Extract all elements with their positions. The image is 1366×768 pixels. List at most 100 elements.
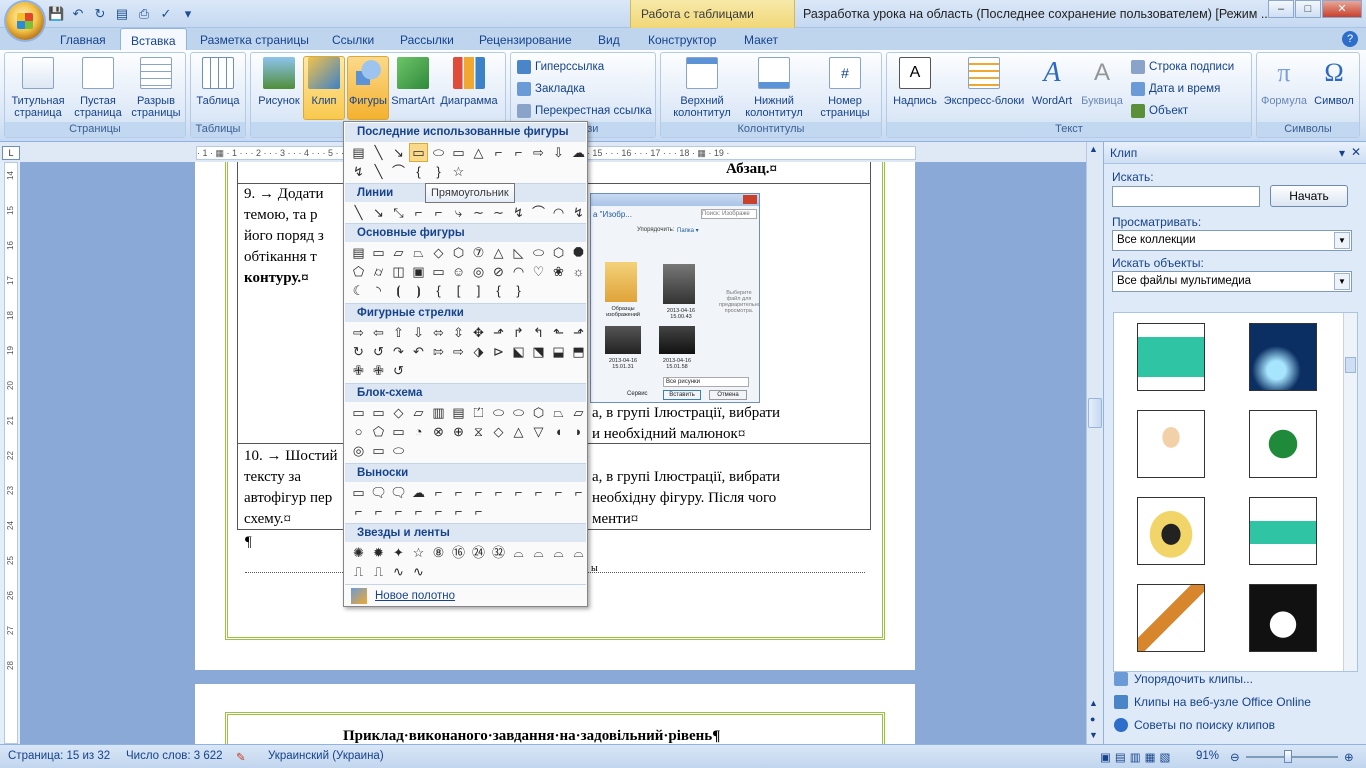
shape-item[interactable]: ] <box>470 282 487 299</box>
shape-item[interactable]: ⏥ <box>570 404 587 421</box>
prev-page-icon[interactable]: ▲ <box>1089 698 1098 708</box>
header-button[interactable]: Верхний колонтитул <box>667 57 737 119</box>
vertical-ruler[interactable]: 14 15 16 17 18 19 20 21 22 23 24 25 26 27 28 <box>4 162 18 744</box>
shape-item[interactable]: { <box>430 282 447 299</box>
document-scrollbar[interactable]: ▲ ▲ ● ▼ <box>1086 142 1103 744</box>
shape-item[interactable]: { <box>410 163 427 180</box>
row9-line5[interactable]: контуру.¤ <box>244 268 309 289</box>
minimize-button[interactable]: – <box>1268 0 1294 18</box>
shape-item[interactable]: } <box>430 163 447 180</box>
shape-item[interactable]: ☾ <box>350 282 367 299</box>
shape-item[interactable]: ⦗ <box>390 282 407 299</box>
picture-button[interactable]: Рисунок <box>255 57 303 107</box>
shape-item[interactable]: ∿ <box>390 563 407 580</box>
tab-references[interactable]: Ссылки <box>332 31 374 49</box>
scroll-up-icon[interactable]: ▲ <box>1089 144 1098 154</box>
shape-item[interactable]: ❀ <box>550 263 567 280</box>
shape-item[interactable]: ▭ <box>370 442 387 459</box>
shape-item[interactable]: ⬄ <box>430 324 447 341</box>
shape-item[interactable]: ⌐ <box>550 484 567 501</box>
collections-select[interactable]: Все коллекции ▼ <box>1112 230 1352 251</box>
shape-item[interactable]: ⦘ <box>410 282 427 299</box>
row9-line1[interactable]: 9. → Додати <box>244 184 324 205</box>
shape-item[interactable]: ⤡ <box>390 204 407 221</box>
row9-line3[interactable]: його поряд з <box>244 226 324 247</box>
shape-item[interactable]: ⇧ <box>390 324 407 341</box>
shape-item[interactable]: ↺ <box>370 343 387 360</box>
shape-item[interactable]: ↻ <box>350 343 367 360</box>
shape-item[interactable]: ⏢ <box>550 404 567 421</box>
shape-item[interactable]: ◫ <box>390 263 407 280</box>
wordart-button[interactable]: A WordArt <box>1027 57 1077 107</box>
shape-item[interactable]: ✥ <box>470 324 487 341</box>
chevron-down-icon[interactable]: ▼ <box>1334 232 1350 249</box>
organize-clips-link[interactable]: Упорядочить клипы... <box>1114 672 1253 686</box>
row9-right1[interactable]: а, в групі Ілюстрації, вибрати <box>592 403 780 424</box>
tab-insert[interactable]: Вставка <box>120 28 187 51</box>
tab-mailings[interactable]: Рассылки <box>400 31 454 49</box>
language[interactable]: Украинский (Украина) <box>268 750 384 762</box>
shape-item[interactable]: ⧖ <box>470 423 487 440</box>
shape-item[interactable]: ◝ <box>370 282 387 299</box>
browse-object-icon[interactable]: ● <box>1090 714 1095 724</box>
textbox-button[interactable]: A Надпись <box>889 57 941 107</box>
object-button[interactable]: Объект <box>1131 101 1188 121</box>
row10-right1[interactable]: а, в групі Ілюстрації, вибрати <box>592 467 780 488</box>
shape-item[interactable]: ⌐ <box>570 484 587 501</box>
shape-item[interactable]: ⬭ <box>510 404 527 421</box>
shape-item[interactable]: ㉔ <box>470 544 487 561</box>
symbol-button[interactable]: Ω Символ <box>1309 57 1359 107</box>
go-button[interactable]: Начать <box>1270 185 1348 207</box>
media-types-select[interactable]: Все файлы мультимедиа ▼ <box>1112 271 1352 292</box>
shape-item[interactable]: ⬭ <box>490 404 507 421</box>
shape-item[interactable]: ⇰ <box>430 343 447 360</box>
row10-right3[interactable]: менти¤ <box>592 509 638 530</box>
shape-item[interactable]: ↘ <box>370 204 387 221</box>
shape-item[interactable]: ◔ <box>410 423 427 440</box>
shape-item[interactable]: ⌓ <box>530 544 547 561</box>
shape-item[interactable]: ▣ <box>410 263 427 280</box>
search-tips-link[interactable]: Советы по поиску клипов <box>1114 718 1275 732</box>
scroll-thumb[interactable] <box>1088 398 1102 428</box>
shape-item[interactable]: ▭ <box>350 484 367 501</box>
chevron-down-icon[interactable]: ▼ <box>1334 273 1350 290</box>
shape-item[interactable]: ▥ <box>430 404 447 421</box>
shape-item[interactable]: ⌓ <box>570 544 587 561</box>
shape-item[interactable]: ⬏ <box>570 324 587 341</box>
row10-line3[interactable]: автофігур пер <box>244 488 332 509</box>
shape-item[interactable]: ▤ <box>350 244 367 261</box>
shape-item[interactable]: ☆ <box>410 544 427 561</box>
shape-item[interactable]: ↯ <box>510 204 527 221</box>
save-icon[interactable]: 💾 <box>48 6 64 22</box>
page-break-button[interactable]: Разрыв страницы <box>127 57 185 119</box>
clip-button[interactable]: Клип <box>303 56 345 120</box>
row10-line1[interactable]: 10. → Шостий <box>244 446 338 467</box>
shape-item[interactable]: ⌐ <box>390 503 407 520</box>
shape-item[interactable]: ◠ <box>550 204 567 221</box>
shape-item[interactable]: ▤ <box>350 144 367 161</box>
shape-item[interactable]: ↰ <box>530 324 547 341</box>
shape-item[interactable]: △ <box>490 244 507 261</box>
shape-item[interactable]: ⬭ <box>530 244 547 261</box>
zoom-in-icon[interactable]: ⊕ <box>1344 750 1354 764</box>
shape-item[interactable]: ↺ <box>390 362 407 379</box>
shape-item[interactable]: ⬔ <box>530 343 547 360</box>
shape-item[interactable]: ☁ <box>410 484 427 501</box>
print-icon[interactable]: ⎙ <box>136 6 152 22</box>
shape-item[interactable]: ⇳ <box>450 324 467 341</box>
maximize-button[interactable]: □ <box>1295 0 1321 18</box>
shape-item[interactable]: ⌐ <box>430 484 447 501</box>
shapes-button[interactable]: Фигуры <box>347 56 389 120</box>
shape-item[interactable]: ⌭ <box>370 263 387 280</box>
shape-item[interactable]: ⬡ <box>550 244 567 261</box>
cover-page-button[interactable]: Титульная страница <box>7 57 69 119</box>
shape-item[interactable]: ♡ <box>530 263 547 280</box>
shape-item[interactable]: ▭ <box>350 404 367 421</box>
tab-view[interactable]: Вид <box>598 31 620 49</box>
shape-item[interactable]: ▭ <box>370 244 387 261</box>
clip-hospital[interactable] <box>1137 323 1205 391</box>
shape-item[interactable]: ✦ <box>390 544 407 561</box>
shape-item[interactable]: ⇩ <box>550 144 567 161</box>
office-button[interactable] <box>6 2 44 40</box>
undo-icon[interactable]: ↶ <box>70 6 86 22</box>
